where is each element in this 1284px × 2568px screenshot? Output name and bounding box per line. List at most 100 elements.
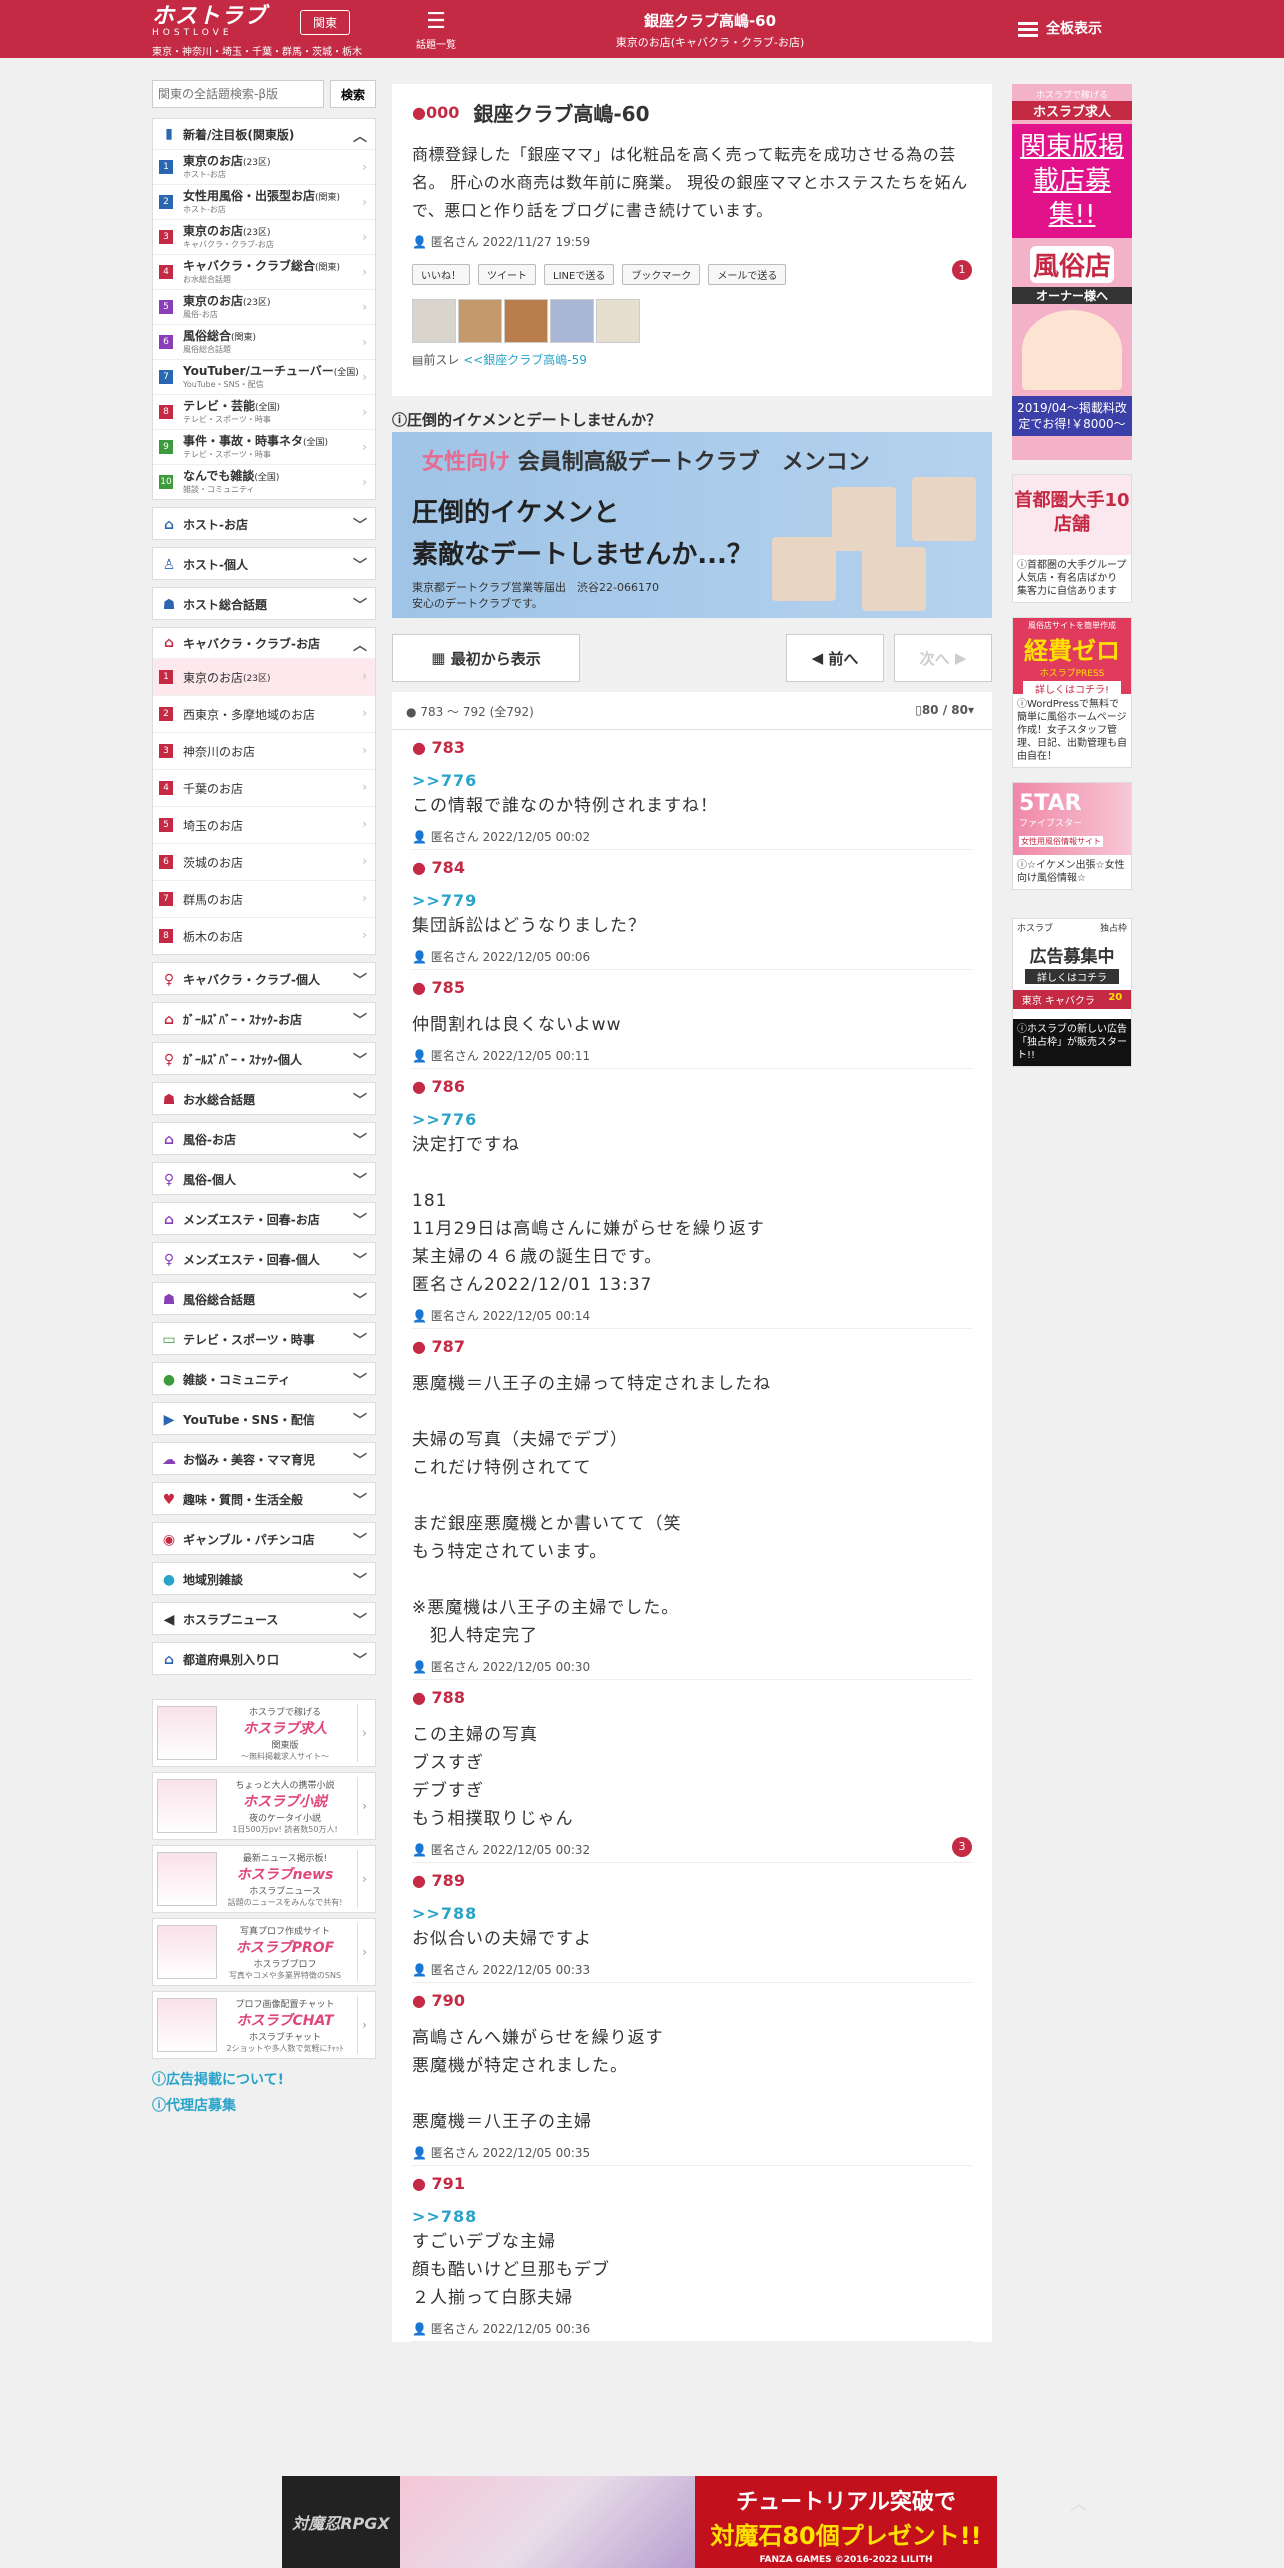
sidebar-item[interactable]: 8 テレビ・芸能(全国) テレビ・スポーツ・時事 › — [153, 394, 375, 429]
all-boards-button[interactable]: 全板表示 — [1018, 18, 1102, 40]
cabaret-sub-item[interactable]: 8 栃木のお店 › — [153, 917, 375, 954]
reply-count-badge[interactable]: 3 — [952, 1837, 972, 1857]
sidebar-item[interactable]: 7 YouTuber/ユーチューバー(全国) YouTube・SNS・配信 › — [153, 359, 375, 394]
five-star-ad[interactable]: 5TAR ファイブスター 女性用風俗情報サイト ⓘ☆イケメン出張☆女性向け風俗情… — [1012, 782, 1132, 890]
sidebar-item[interactable]: 3 東京のお店(23区) キャバクラ・クラブ-お店 › — [153, 219, 375, 254]
category-item[interactable]: ⌂ 風俗-お店 ﹀ — [152, 1122, 376, 1155]
category-item[interactable]: ⌂ 都道府県別入り口 ﹀ — [152, 1642, 376, 1675]
cabaret-shop-header[interactable]: ⌂ キャバクラ・クラブ-お店 ︿ — [153, 628, 375, 658]
show-from-start-button[interactable]: ▦ 最初から表示 — [392, 634, 580, 682]
cabaret-sub-item[interactable]: 3 神奈川のお店 › — [153, 732, 375, 769]
post-number[interactable]: ● 787 — [412, 1337, 972, 1356]
post-number[interactable]: ● 786 — [412, 1077, 972, 1096]
promo-banner[interactable]: プロフ画像配置チャット ホスラブCHAT ホスラブチャット 2ショットや多人数で気軽に… — [152, 1991, 376, 2059]
post-number[interactable]: ● 783 — [412, 738, 972, 757]
category-host-individual[interactable]: ♙ ホスト-個人 ﹀ — [152, 547, 376, 580]
sidebar-item[interactable]: 4 キャバクラ・クラブ総合(関東) お水総合話題 › — [153, 254, 375, 289]
category-item[interactable]: ♀ キャバクラ・クラブ-個人 ﹀ — [152, 962, 376, 995]
share-button[interactable]: メールで送る — [708, 264, 787, 285]
category-label: 都道府県別入り口 — [183, 1653, 280, 1667]
cabaret-sub-item[interactable]: 1 東京のお店 (23区) › — [153, 658, 375, 695]
category-item[interactable]: ☗ お水総合話題 ﹀ — [152, 1082, 376, 1115]
chevron-down-icon: ﹀ — [353, 1653, 367, 1669]
category-item[interactable]: ▶ YouTube・SNS・配信 ﹀ — [152, 1402, 376, 1435]
share-button[interactable]: いいね！ — [412, 264, 470, 285]
ad-about-link[interactable]: ⓘ広告掲載について! — [152, 2069, 376, 2089]
agency-link[interactable]: ⓘ代理店募集 — [152, 2095, 376, 2115]
chevron-down-icon: ﹀ — [353, 1573, 367, 1589]
cabaret-sub-item[interactable]: 4 千葉のお店 › — [153, 769, 375, 806]
reply-anchor[interactable]: >>788 — [412, 2207, 972, 2226]
promo-banner[interactable]: ホスラブで稼げる ホスラブ求人 関東版 〜無料掲載求人サイト〜 › — [152, 1699, 376, 1767]
search-button[interactable]: 検索 — [330, 80, 376, 108]
share-button[interactable]: LINEで送る — [544, 264, 615, 285]
thumbnail[interactable] — [550, 299, 594, 343]
cabaret-sub-item[interactable]: 7 群馬のお店 › — [153, 880, 375, 917]
share-button[interactable]: ツイート — [478, 264, 536, 285]
category-item[interactable]: ⌂ ｶﾞｰﾙｽﾞﾊﾞｰ・ｽﾅｯｸ-お店 ﹀ — [152, 1002, 376, 1035]
new-boards-header[interactable]: ▮ 新着/注目板(関東版) ︿ — [153, 119, 375, 149]
category-item[interactable]: ♀ ｶﾞｰﾙｽﾞﾊﾞｰ・ｽﾅｯｸ-個人 ﹀ — [152, 1042, 376, 1075]
post-number[interactable]: ● 790 — [412, 1991, 972, 2010]
sidebar-item[interactable]: 2 女性用風俗・出張型お店(関東) ホスト-お店 › — [153, 184, 375, 219]
scroll-top-icon[interactable]: ︿ — [1070, 2490, 1088, 2516]
reply-anchor[interactable]: >>776 — [412, 771, 972, 790]
category-item[interactable]: ☗ 風俗総合話題 ﹀ — [152, 1282, 376, 1315]
site-logo[interactable]: ホストラブ HOSTLOVE — [152, 6, 267, 39]
category-host-shop[interactable]: ⌂ ホスト-お店 ﹀ — [152, 507, 376, 540]
chevron-up-icon: ︿ — [353, 638, 367, 654]
cabaret-sub-item[interactable]: 6 茨城のお店 › — [153, 843, 375, 880]
post-number[interactable]: ● 791 — [412, 2174, 972, 2193]
thumbnail[interactable] — [504, 299, 548, 343]
sidebar-item[interactable]: 10 なんでも雑談(全国) 雑談・コミュニティ › — [153, 464, 375, 499]
metro-club-ad[interactable]: 首都圏大手10店舗 ⓘ首都圏の大手グループ 人気店・有名店ばかり 集客力に自信あ… — [1012, 474, 1132, 603]
sidebar-item[interactable]: 6 風俗総合(関東) 風俗総合話題 › — [153, 324, 375, 359]
category-item[interactable]: ☁ お悩み・美容・ママ育児 ﹀ — [152, 1442, 376, 1475]
category-item[interactable]: ♀ 風俗-個人 ﹀ — [152, 1162, 376, 1195]
category-item[interactable]: ♥ 趣味・質問・生活全般 ﹀ — [152, 1482, 376, 1515]
sidebar-item[interactable]: 5 東京のお店(23区) 風俗-お店 › — [153, 289, 375, 324]
next-button[interactable]: 次へ ▶ — [894, 634, 992, 682]
ad-banner[interactable]: 女性向け 会員制高級デートクラブ メンコン 圧倒的イケメンと 素敵なデートしません… — [392, 432, 992, 618]
reply-anchor[interactable]: >>776 — [412, 1110, 972, 1129]
category-item[interactable]: ● 雑談・コミュニティ ﹀ — [152, 1362, 376, 1395]
footer-ad-banner[interactable]: 対魔忍RPGX チュートリアル突破で 対魔石80個プレゼント!! FANZA G… — [282, 2476, 1002, 2568]
thumbnail[interactable] — [458, 299, 502, 343]
page-selector[interactable]: ▯80 / 80▾ — [915, 703, 974, 717]
promo-banner[interactable]: 最新ニュース掲示板! ホスラブnews ホスラブニュース 話題のニュースをみんなで共有… — [152, 1845, 376, 1913]
thumbnail[interactable] — [412, 299, 456, 343]
reply-count-badge[interactable]: 1 — [952, 260, 972, 280]
post-number[interactable]: ● 784 — [412, 858, 972, 877]
comment-icon: ● — [406, 705, 417, 719]
post-number[interactable]: ● 788 — [412, 1688, 972, 1707]
reply-anchor[interactable]: >>788 — [412, 1904, 972, 1923]
reply-anchor[interactable]: >>779 — [412, 891, 972, 910]
exclusive-ad[interactable]: ホスラブ 独占枠 広告募集中 詳しくはコチラ 東京 キャバクラ 20 ⓘホスラブの新… — [1012, 918, 1132, 1067]
sidebar-item[interactable]: 1 東京のお店(23区) ホスト-お店 › — [153, 149, 375, 184]
press-ad[interactable]: 風俗店サイトを簡単作成 経費ゼロ ホスラブPRESS 詳しくはコチラ! ⓘWor… — [1012, 617, 1132, 768]
category-item[interactable]: ● 地域別雑談 ﹀ — [152, 1562, 376, 1595]
category-item[interactable]: ◉ ギャンブル・パチンコ店 ﹀ — [152, 1522, 376, 1555]
category-item[interactable]: ⌂ メンズエステ・回春-お店 ﹀ — [152, 1202, 376, 1235]
item-number: 8 — [159, 405, 173, 419]
share-button[interactable]: ブックマーク — [622, 264, 701, 285]
post-number[interactable]: ● 789 — [412, 1871, 972, 1890]
search-input[interactable] — [152, 80, 324, 108]
category-host-general[interactable]: ☗ ホスト総合話題 ﹀ — [152, 587, 376, 620]
category-item[interactable]: ♀ メンズエステ・回春-個人 ﹀ — [152, 1242, 376, 1275]
cabaret-sub-item[interactable]: 5 埼玉のお店 › — [153, 806, 375, 843]
previous-thread-link[interactable]: <<銀座クラブ高嶋-59 — [463, 353, 587, 367]
recruit-ad[interactable]: ホスラブで稼げる ホスラブ求人 関東版掲載店募集!! 風俗店 オーナー様へ 20… — [1012, 84, 1132, 460]
sidebar-item[interactable]: 9 事件・事故・時事ネタ(全国) テレビ・スポーツ・時事 › — [153, 429, 375, 464]
category-item[interactable]: ◀ ホスラブニュース ﹀ — [152, 1602, 376, 1635]
thumbnail[interactable] — [596, 299, 640, 343]
topics-button[interactable]: ☰ 話題一覧 — [412, 8, 460, 51]
prev-button[interactable]: ◀ 前へ — [786, 634, 884, 682]
category-item[interactable]: ▭ テレビ・スポーツ・時事 ﹀ — [152, 1322, 376, 1355]
promo-banner[interactable]: 写真プロフ作成サイト ホスラブPROF ホスラブプロフ 写真やコメや多業界特徴のSNS… — [152, 1918, 376, 1986]
region-selector[interactable]: 関東 — [300, 10, 351, 35]
post-number[interactable]: ● 785 — [412, 978, 972, 997]
promo-banner[interactable]: ちょっと大人の携帯小説 ホスラブ小説 夜のケータイ小説 1日500万pv! 読者数50… — [152, 1772, 376, 1840]
cabaret-sub-item[interactable]: 2 西東京・多摩地域のお店 › — [153, 695, 375, 732]
comment-icon: ● — [412, 1991, 426, 2010]
